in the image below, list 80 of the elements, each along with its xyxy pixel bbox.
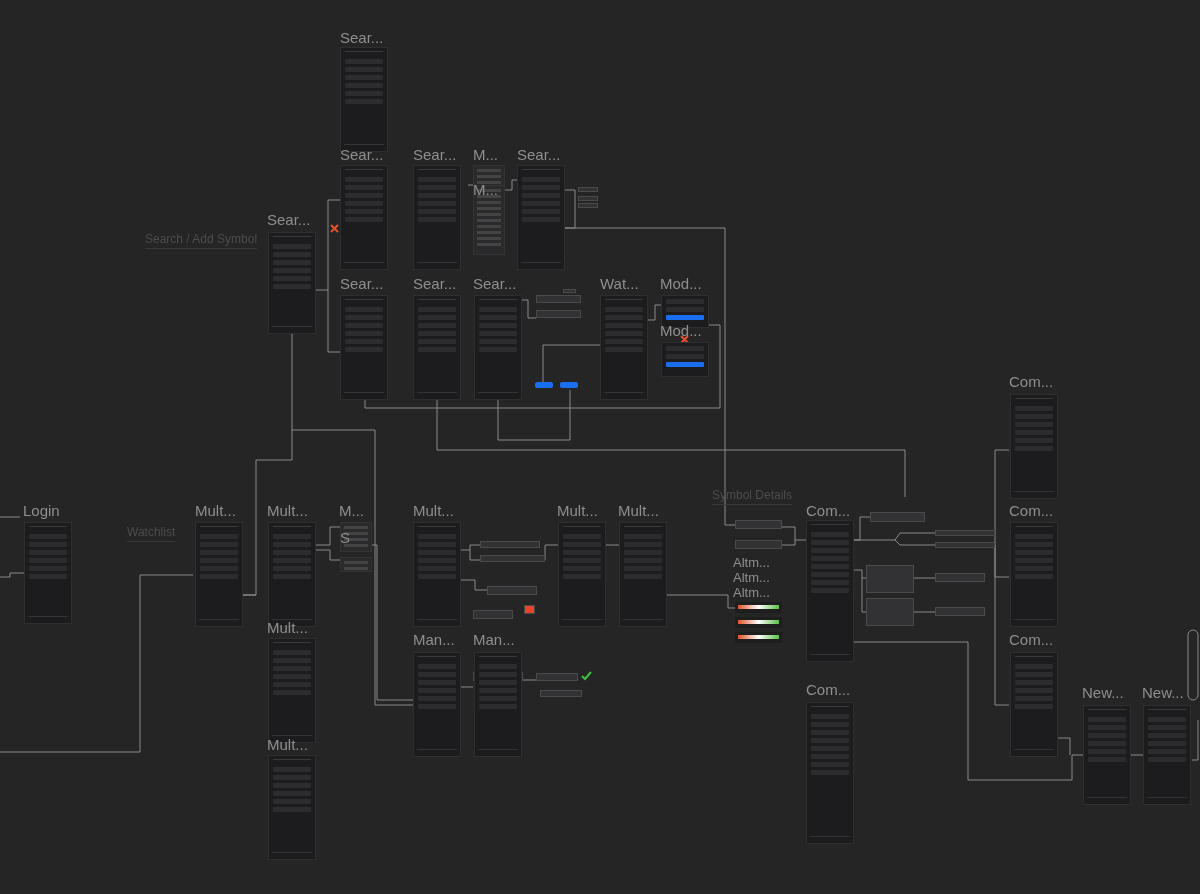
gauge-card-drawing [735, 617, 782, 628]
frame-title: Com... [806, 503, 851, 518]
frame-title: S [340, 530, 350, 545]
connector-line [913, 611, 936, 613]
frame-title: Mult... [267, 620, 308, 635]
frame-title: Sear... [267, 212, 311, 227]
connector-line [504, 179, 518, 191]
card-snippet [578, 187, 598, 192]
card-snippet [540, 690, 582, 697]
frame-title: Sear... [413, 276, 457, 291]
connector-line [1130, 754, 1144, 756]
card-snippet [935, 542, 995, 548]
card-snippet [480, 541, 540, 548]
frame-title: Altm... [733, 586, 770, 599]
connector-line [0, 516, 21, 518]
card-snippet [735, 520, 782, 529]
connector-line [913, 577, 936, 579]
card-snippet [578, 196, 598, 201]
card-snippet [935, 573, 985, 582]
cross-icon [680, 335, 689, 344]
frame-title: M... [339, 503, 364, 518]
card-snippet [578, 203, 598, 208]
gauge-card-drawing [735, 632, 782, 643]
connector-line [460, 579, 488, 591]
frame-title: Mod... [660, 276, 702, 291]
connector-line [460, 686, 474, 688]
frame-title: Altm... [733, 556, 770, 569]
menu-drawing [340, 557, 372, 572]
delete-button-drawing [524, 605, 535, 614]
card-snippet [866, 565, 914, 593]
frame-title: Mult... [267, 737, 308, 752]
card-snippet [935, 530, 995, 536]
connector-line [520, 299, 537, 319]
card-snippet [866, 598, 914, 626]
menu-drawing [340, 522, 372, 552]
frame-title: New... [1082, 685, 1124, 700]
frame-title: Sear... [413, 147, 457, 162]
card-snippet [536, 295, 581, 303]
card-snippet [563, 289, 576, 293]
connector-line [1191, 719, 1199, 761]
connector-loop [1187, 629, 1199, 701]
frame-title: Sear... [340, 276, 384, 291]
frame-title: Com... [1009, 374, 1054, 389]
frame-title: Altm... [733, 571, 770, 584]
card-snippet [935, 607, 985, 616]
card-snippet [487, 586, 537, 595]
frame-title: Mult... [195, 503, 236, 518]
frame-title: M... [473, 182, 498, 197]
card-snippet [480, 555, 545, 562]
frame-title: Login [23, 503, 60, 518]
gauge-card-drawing [735, 602, 782, 613]
frame-title: Mult... [413, 503, 454, 518]
card-snippet [473, 610, 513, 619]
frame-title: Com... [1009, 632, 1054, 647]
card-snippet [735, 540, 782, 549]
frame-title: Sear... [340, 30, 384, 45]
frame-title: M... [473, 147, 498, 162]
frame-title: Sear... [517, 147, 561, 162]
card-snippet [536, 310, 581, 318]
card-snippet [870, 512, 925, 522]
frame-title: Sear... [473, 276, 517, 291]
cross-icon [330, 224, 339, 233]
frame-title: Man... [413, 632, 455, 647]
frame-title: Mult... [557, 503, 598, 518]
frame-title: Mod... [660, 323, 702, 338]
button-drawing [560, 382, 578, 388]
frame-title: Sear... [340, 147, 384, 162]
modal-drawing [661, 342, 709, 377]
frame-title: New... [1142, 685, 1184, 700]
frame-title: Com... [806, 682, 851, 697]
card-snippet [536, 673, 578, 681]
frame-title: Mult... [618, 503, 659, 518]
frame-title: Mult... [267, 503, 308, 518]
checkmark-icon [581, 671, 592, 681]
connector-line [467, 184, 474, 186]
button-drawing [535, 382, 553, 388]
connector-line [605, 544, 620, 546]
frame-title: Com... [1009, 503, 1054, 518]
frame-title: Man... [473, 632, 515, 647]
frame-title: Wat... [600, 276, 639, 291]
